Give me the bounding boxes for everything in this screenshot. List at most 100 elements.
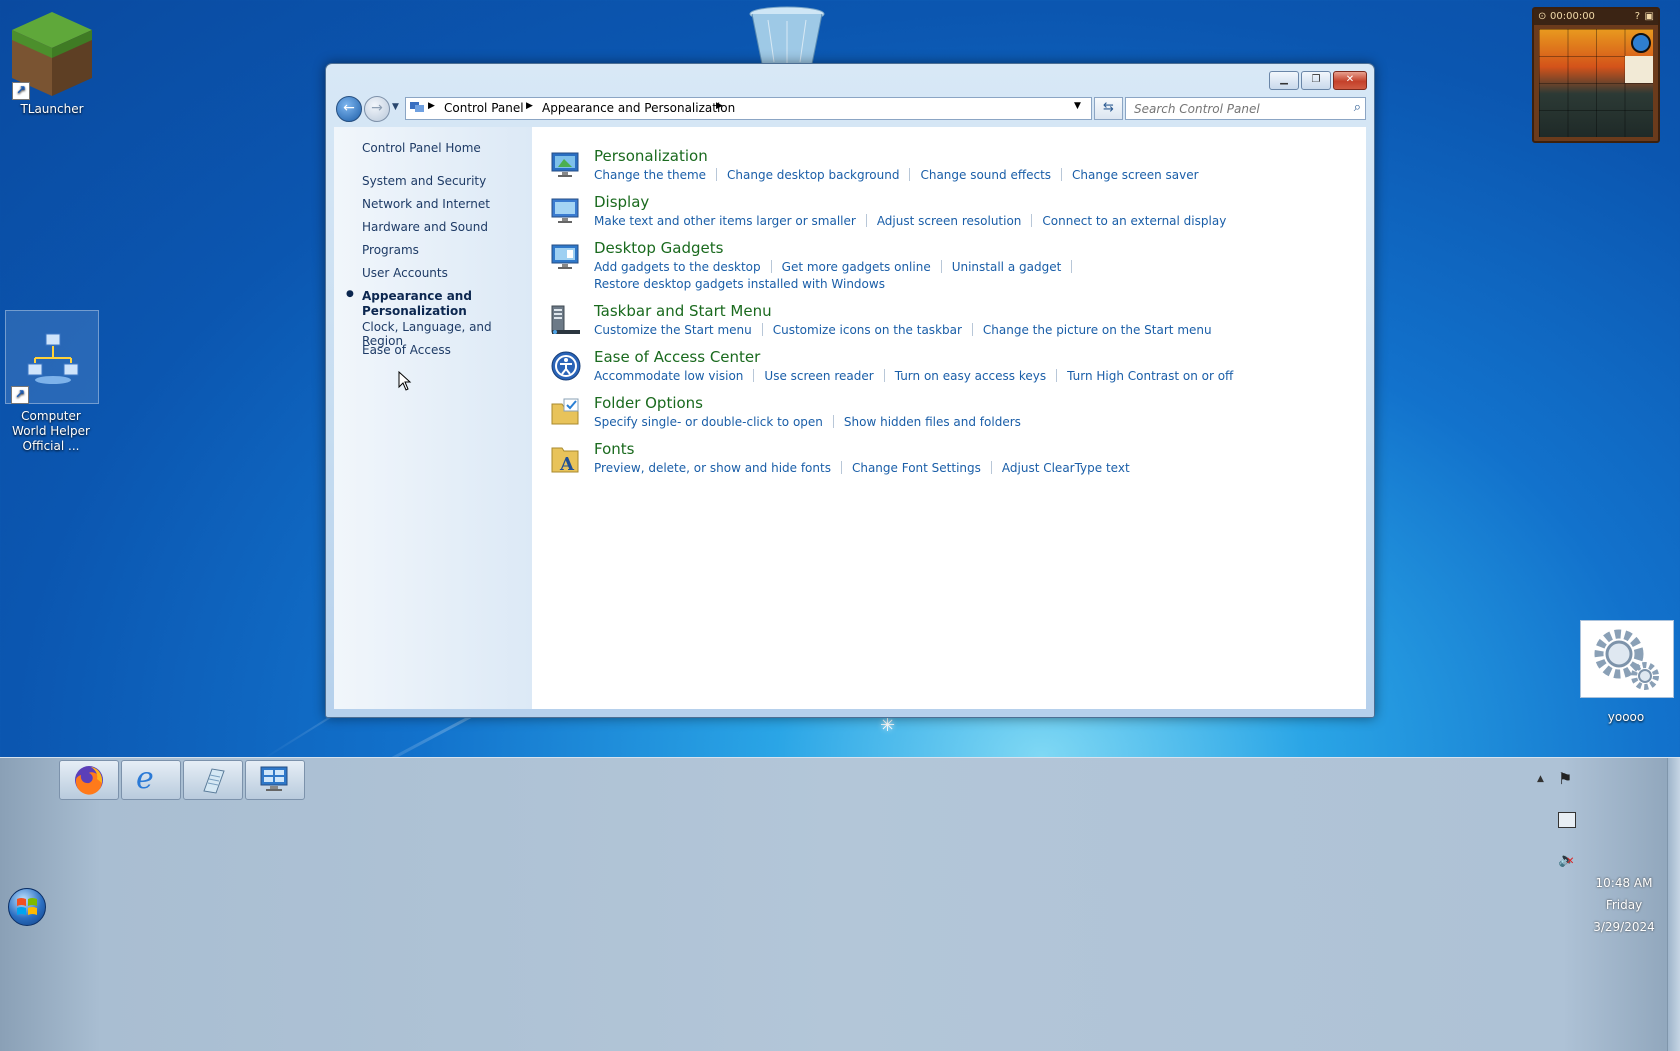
- fonts-icon[interactable]: A: [550, 442, 582, 474]
- desktop-icon-computer-world-helper[interactable]: ↗ Computer World Helper Official ...: [3, 310, 99, 453]
- taskbar-internet-explorer[interactable]: e: [121, 760, 181, 800]
- taskbar[interactable]: e ▲ ⚑ 🔈 ✕ 10:48 AM Friday 3/29/2024: [0, 757, 1680, 1051]
- maximize-button[interactable]: ❐: [1301, 71, 1331, 90]
- taskbar-notepad[interactable]: [183, 760, 243, 800]
- nav-control-panel-home[interactable]: Control Panel Home: [362, 141, 481, 155]
- refresh-button[interactable]: ⇆: [1094, 97, 1123, 120]
- ease-of-access-icon[interactable]: [550, 350, 582, 382]
- address-bar[interactable]: ▶ Control Panel ▶ Appearance and Persona…: [405, 97, 1092, 120]
- left-navigation-pane: Control Panel Home System and Security N…: [334, 127, 532, 709]
- category-links: Preview, delete, or show and hide fonts C…: [594, 460, 1334, 477]
- nav-programs[interactable]: Programs: [362, 243, 419, 257]
- help-icon[interactable]: ?: [1635, 9, 1640, 25]
- personalization-icon[interactable]: [550, 149, 582, 181]
- link-single-double-click[interactable]: Specify single- or double-click to open: [594, 415, 823, 429]
- link-customize-start-menu[interactable]: Customize the Start menu: [594, 323, 752, 337]
- link-use-screen-reader[interactable]: Use screen reader: [764, 369, 873, 383]
- puzzle-board[interactable]: [1539, 29, 1653, 137]
- category-links: Change the theme Change desktop backgroun…: [594, 167, 1334, 184]
- display-icon[interactable]: [550, 195, 582, 227]
- link-change-theme[interactable]: Change the theme: [594, 168, 706, 182]
- minimize-button[interactable]: ▁: [1269, 71, 1299, 90]
- link-change-sound-effects[interactable]: Change sound effects: [920, 168, 1051, 182]
- nav-appearance-and-personalization[interactable]: Appearance and Personalization: [362, 289, 472, 319]
- link-change-start-menu-picture[interactable]: Change the picture on the Start menu: [983, 323, 1212, 337]
- clock-time[interactable]: 10:48 AM: [1586, 876, 1662, 890]
- nav-hardware-and-sound[interactable]: Hardware and Sound: [362, 220, 488, 234]
- gadget-timer: 00:00:00: [1550, 11, 1595, 22]
- category-title[interactable]: Fonts: [594, 440, 634, 458]
- link-uninstall-gadget[interactable]: Uninstall a gadget: [952, 260, 1062, 274]
- link-restore-gadgets[interactable]: Restore desktop gadgets installed with W…: [594, 277, 885, 291]
- link-show-hidden-files[interactable]: Show hidden files and folders: [844, 415, 1021, 429]
- category-title[interactable]: Folder Options: [594, 394, 703, 412]
- search-box[interactable]: ⌕: [1125, 97, 1366, 120]
- show-desktop-button[interactable]: [1667, 758, 1680, 1051]
- category-title[interactable]: Taskbar and Start Menu: [594, 302, 772, 320]
- category-title[interactable]: Display: [594, 193, 649, 211]
- category-title[interactable]: Desktop Gadgets: [594, 239, 723, 257]
- link-preview-fonts[interactable]: Preview, delete, or show and hide fonts: [594, 461, 831, 475]
- link-add-gadgets[interactable]: Add gadgets to the desktop: [594, 260, 761, 274]
- show-hidden-icons-button[interactable]: ▲: [1537, 774, 1544, 784]
- link-change-font-settings[interactable]: Change Font Settings: [852, 461, 981, 475]
- breadcrumb-chevron-icon[interactable]: ▶: [526, 101, 533, 111]
- link-make-text-larger[interactable]: Make text and other items larger or smal…: [594, 214, 856, 228]
- link-adjust-screen-resolution[interactable]: Adjust screen resolution: [877, 214, 1022, 228]
- recent-pages-dropdown[interactable]: ▼: [392, 102, 399, 112]
- search-input[interactable]: [1132, 100, 1336, 118]
- clock-day[interactable]: Friday: [1586, 898, 1662, 912]
- mouse-cursor-icon: [398, 371, 412, 391]
- folder-options-icon[interactable]: [550, 396, 582, 428]
- start-button[interactable]: [8, 888, 46, 926]
- desktop-icon-yoooo[interactable]: [1580, 620, 1674, 698]
- clock-date[interactable]: 3/29/2024: [1586, 920, 1662, 934]
- gears-icon: [1594, 629, 1659, 690]
- breadcrumb-appearance[interactable]: Appearance and Personalization: [542, 101, 735, 115]
- desktop-icon-tlauncher[interactable]: ↗ TLauncher: [4, 8, 100, 117]
- control-panel-window[interactable]: ▁ ❐ ✕ ← → ▼ ▶ Control Panel ▶ Appearance…: [325, 63, 1375, 718]
- network-icon[interactable]: [1558, 812, 1576, 828]
- search-icon[interactable]: ⌕: [1354, 100, 1361, 115]
- recycle-bin-icon[interactable]: [748, 6, 826, 64]
- close-button[interactable]: ✕: [1333, 71, 1367, 90]
- link-easy-access-keys[interactable]: Turn on easy access keys: [895, 369, 1046, 383]
- breadcrumb-chevron-icon[interactable]: ▶: [428, 101, 435, 111]
- svg-text:A: A: [559, 454, 575, 474]
- address-dropdown-icon[interactable]: ▼: [1074, 101, 1081, 111]
- link-adjust-cleartype[interactable]: Adjust ClearType text: [1002, 461, 1130, 475]
- clock-icon: ⊙: [1538, 11, 1547, 22]
- back-button[interactable]: ←: [336, 96, 362, 122]
- shortcut-arrow-icon: ↗: [12, 82, 30, 100]
- picture-icon[interactable]: ▣: [1645, 9, 1654, 25]
- puzzle-gadget[interactable]: ⊙ 00:00:00 ? ▣: [1532, 7, 1660, 143]
- link-accommodate-low-vision[interactable]: Accommodate low vision: [594, 369, 743, 383]
- taskbar-firefox[interactable]: [59, 760, 119, 800]
- volume-muted-icon[interactable]: 🔈 ✕: [1558, 852, 1575, 868]
- shortcut-arrow-icon: ↗: [11, 386, 29, 404]
- nav-system-and-security[interactable]: System and Security: [362, 174, 486, 188]
- link-connect-external-display[interactable]: Connect to an external display: [1042, 214, 1226, 228]
- gadgets-icon[interactable]: [550, 241, 582, 273]
- nav-network-and-internet[interactable]: Network and Internet: [362, 197, 490, 211]
- taskbar-control-panel[interactable]: [245, 760, 305, 800]
- link-change-screen-saver[interactable]: Change screen saver: [1072, 168, 1199, 182]
- breadcrumb-control-panel[interactable]: Control Panel: [444, 101, 524, 115]
- link-change-desktop-background[interactable]: Change desktop background: [727, 168, 899, 182]
- link-customize-taskbar-icons[interactable]: Customize icons on the taskbar: [773, 323, 962, 337]
- action-center-flag-icon[interactable]: ⚑: [1558, 769, 1572, 788]
- gadget-titlebar: ⊙ 00:00:00 ? ▣: [1534, 9, 1658, 25]
- category-links: Specify single- or double-click to open S…: [594, 414, 1334, 431]
- category-links: Make text and other items larger or smal…: [594, 213, 1334, 230]
- link-high-contrast[interactable]: Turn High Contrast on or off: [1067, 369, 1233, 383]
- forward-button[interactable]: →: [364, 96, 390, 122]
- nav-ease-of-access[interactable]: Ease of Access: [362, 343, 451, 357]
- taskbar-icon[interactable]: [550, 304, 582, 336]
- breadcrumb-chevron-icon[interactable]: ▶: [716, 101, 723, 111]
- control-panel-small-icon: [409, 100, 425, 117]
- link-get-more-gadgets[interactable]: Get more gadgets online: [782, 260, 931, 274]
- firefox-icon: [75, 766, 103, 795]
- nav-user-accounts[interactable]: User Accounts: [362, 266, 448, 280]
- category-title[interactable]: Personalization: [594, 147, 708, 165]
- category-title[interactable]: Ease of Access Center: [594, 348, 760, 366]
